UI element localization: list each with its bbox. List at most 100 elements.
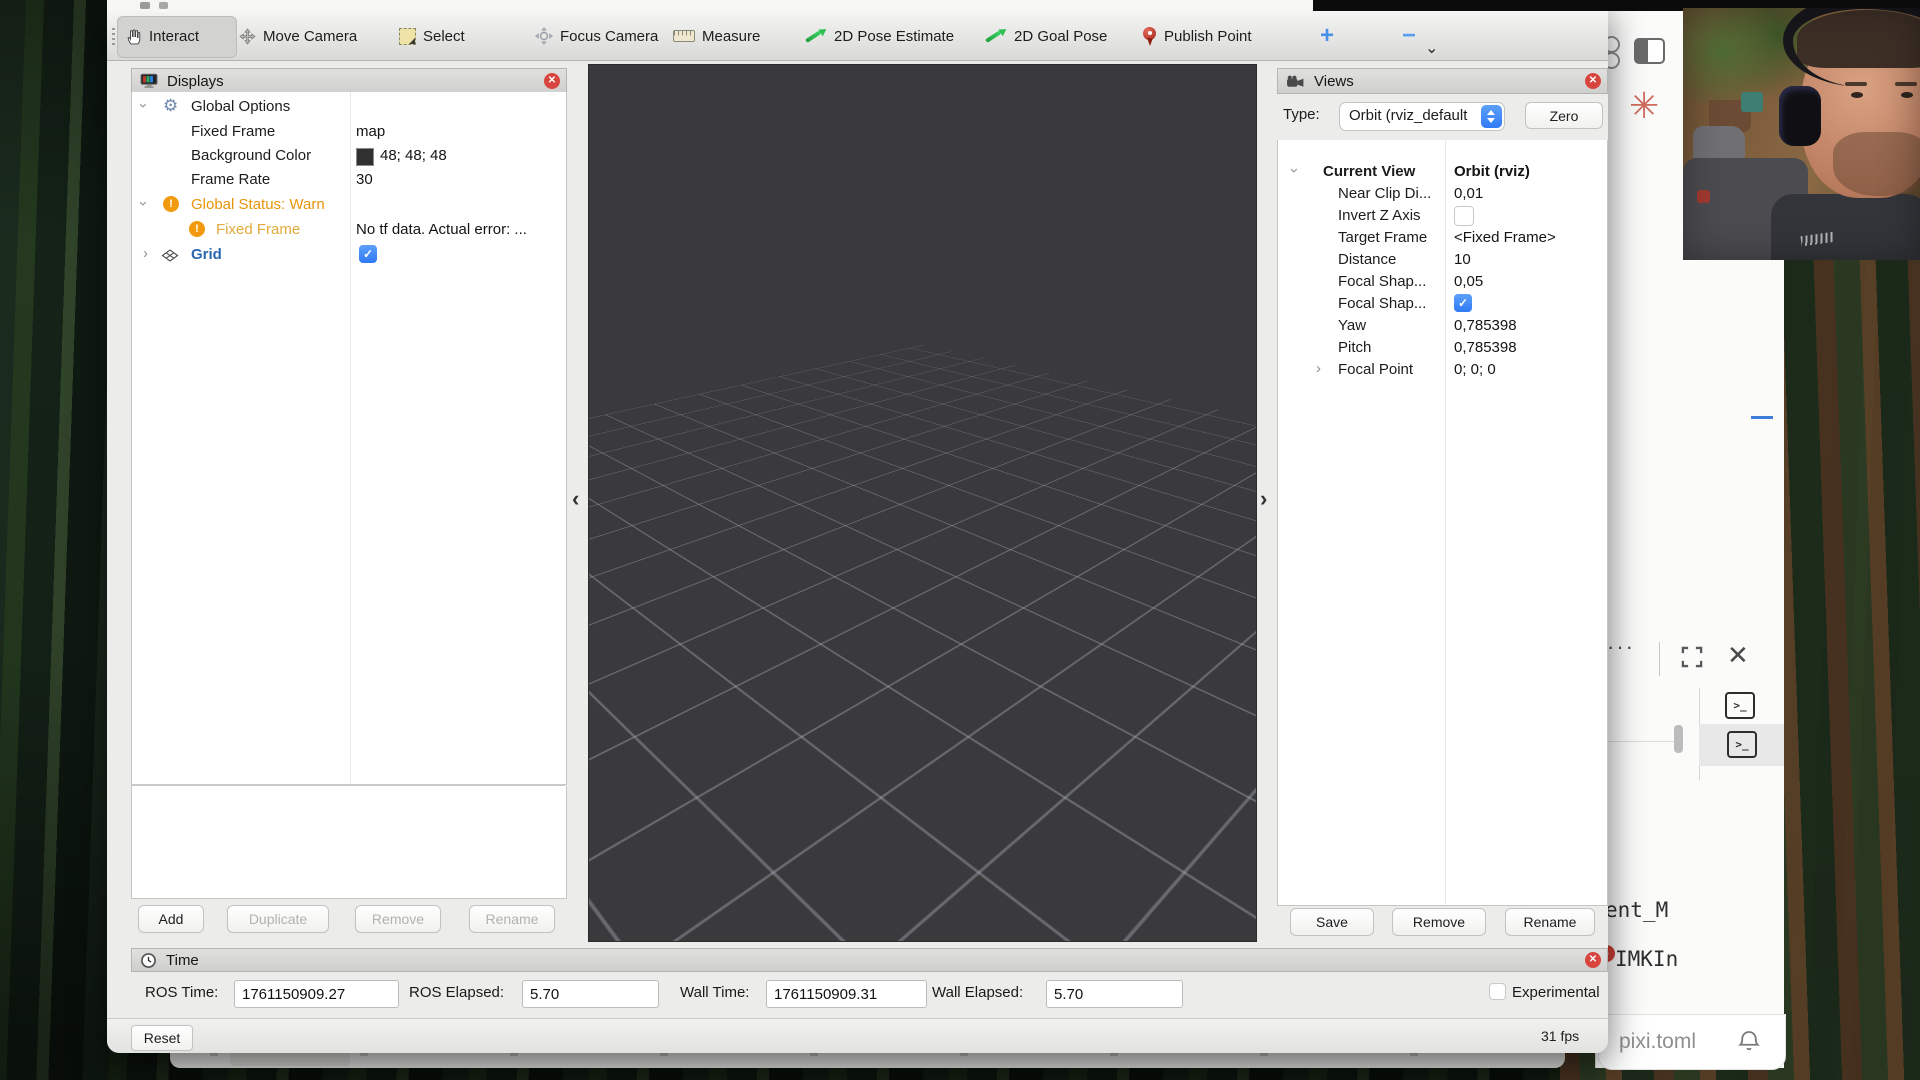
- rename-view-button[interactable]: Rename: [1505, 908, 1595, 936]
- invert-z-checkbox[interactable]: [1454, 206, 1474, 226]
- time-panel-header[interactable]: Time ✕: [131, 948, 1608, 972]
- tool-focus-camera[interactable]: Focus Camera: [535, 12, 658, 60]
- panel-title: Time: [166, 952, 199, 969]
- tree-value[interactable]: 0,785398: [1454, 339, 1517, 356]
- displays-panel-header[interactable]: Displays ✕: [131, 68, 567, 94]
- tree-row-yaw[interactable]: Yaw 0,785398: [1278, 314, 1607, 336]
- rename-display-button[interactable]: Rename: [469, 905, 555, 933]
- tree-row-pitch[interactable]: Pitch 0,785398: [1278, 336, 1607, 358]
- tree-row-target-frame[interactable]: Target Frame <Fixed Frame>: [1278, 226, 1607, 248]
- tool-label: Focus Camera: [560, 28, 658, 45]
- rviz-window: Interact Move Camera Select Focus Camera…: [107, 0, 1608, 1052]
- add-display-button[interactable]: Add: [138, 905, 204, 933]
- webcam-vignette: [1683, 8, 1920, 260]
- terminal-glyph: >_: [1735, 738, 1748, 751]
- close-panel-button[interactable]: ✕: [1585, 73, 1601, 89]
- chevron-down-icon[interactable]: ›: [1286, 168, 1303, 173]
- ros-elapsed-field[interactable]: 5.70: [522, 980, 659, 1008]
- chevron-down-icon[interactable]: ›: [135, 103, 152, 108]
- tree-label: Current View: [1323, 163, 1415, 180]
- save-view-button[interactable]: Save: [1290, 908, 1374, 936]
- render-viewport[interactable]: [588, 64, 1257, 942]
- duplicate-display-button[interactable]: Duplicate: [227, 905, 329, 933]
- dropdown-stepper-icon[interactable]: [1481, 105, 1502, 128]
- tree-row-global-status[interactable]: › ! Global Status: Warn: [132, 193, 566, 217]
- views-panel-header[interactable]: Views ✕: [1277, 68, 1608, 94]
- collapse-left-panel-handle[interactable]: ‹: [572, 486, 579, 512]
- add-tool-button[interactable]: +: [1320, 12, 1334, 60]
- ros-time-field[interactable]: 1761150909.27: [234, 980, 399, 1008]
- scrollbar-thumb[interactable]: [1674, 725, 1683, 753]
- collapse-right-panel-handle[interactable]: ›: [1260, 486, 1267, 512]
- close-panel-button[interactable]: ✕: [544, 73, 560, 89]
- terminal-icon[interactable]: >_: [1725, 692, 1755, 719]
- reset-button[interactable]: Reset: [131, 1025, 193, 1051]
- terminal-icon[interactable]: >_: [1727, 731, 1757, 758]
- remove-view-button[interactable]: Remove: [1392, 908, 1486, 936]
- tree-row-distance[interactable]: Distance 10: [1278, 248, 1607, 270]
- chevron-right-icon[interactable]: ›: [1316, 360, 1321, 377]
- monitor-icon: [140, 73, 158, 89]
- wall-time-field[interactable]: 1761150909.31: [766, 980, 927, 1008]
- tool-label: 2D Pose Estimate: [834, 28, 954, 45]
- tool-2d-pose-estimate[interactable]: 2D Pose Estimate: [807, 12, 954, 60]
- toolbar-overflow-chevron-icon[interactable]: ⌄: [1425, 38, 1438, 58]
- tool-2d-goal-pose[interactable]: 2D Goal Pose: [987, 12, 1107, 60]
- tree-row-grid[interactable]: › Grid ✓: [132, 243, 566, 267]
- tool-move-camera[interactable]: Move Camera: [239, 12, 357, 60]
- remove-tool-button[interactable]: −: [1402, 12, 1416, 60]
- close-panel-button[interactable]: ✕: [1585, 952, 1601, 968]
- remove-display-button[interactable]: Remove: [355, 905, 441, 933]
- tree-row-focal-shape-fixed[interactable]: Focal Shap... ✓: [1278, 292, 1607, 314]
- color-swatch[interactable]: [356, 148, 374, 166]
- tree-label: Focal Point: [1338, 361, 1413, 378]
- panel-title: Views: [1314, 73, 1354, 90]
- chevron-right-icon[interactable]: ›: [143, 245, 148, 262]
- tool-publish-point[interactable]: Publish Point: [1143, 12, 1252, 60]
- ruler-icon: [673, 30, 695, 42]
- tree-value[interactable]: 0,01: [1454, 185, 1483, 202]
- tree-row-background-color[interactable]: Background Color 48; 48; 48: [132, 144, 566, 168]
- tree-value[interactable]: 48; 48; 48: [380, 147, 447, 164]
- bell-icon[interactable]: [1737, 1029, 1761, 1053]
- tree-value[interactable]: 0; 0; 0: [1454, 361, 1496, 378]
- tree-row-near-clip[interactable]: Near Clip Di... 0,01: [1278, 182, 1607, 204]
- tree-value[interactable]: 10: [1454, 251, 1471, 268]
- tool-interact[interactable]: Interact: [125, 12, 199, 60]
- tree-row-frame-rate[interactable]: Frame Rate 30: [132, 168, 566, 192]
- tree-row-fixed-frame-warning[interactable]: ! Fixed Frame No tf data. Actual error: …: [132, 218, 566, 242]
- tree-row-focal-point[interactable]: › Focal Point 0; 0; 0: [1278, 358, 1607, 380]
- focal-shape-checkbox[interactable]: ✓: [1454, 294, 1472, 312]
- wall-elapsed-field[interactable]: 5.70: [1046, 980, 1183, 1008]
- tree-row-fixed-frame[interactable]: Fixed Frame map: [132, 120, 566, 144]
- tree-value[interactable]: map: [356, 123, 385, 140]
- view-type-dropdown[interactable]: Orbit (rviz_default: [1339, 102, 1505, 131]
- tool-measure[interactable]: Measure: [673, 12, 760, 60]
- close-icon[interactable]: ✕: [1727, 640, 1749, 671]
- expand-icon[interactable]: [1679, 644, 1705, 670]
- tree-value[interactable]: <Fixed Frame>: [1454, 229, 1556, 246]
- tree-row-focal-shape-size[interactable]: Focal Shap... 0,05: [1278, 270, 1607, 292]
- code-text: IMKIn: [1615, 947, 1678, 971]
- experimental-label: Experimental: [1512, 984, 1600, 1001]
- sidebar-layout-icon[interactable]: [1634, 38, 1665, 64]
- dropdown-value: Orbit (rviz_default: [1349, 107, 1467, 124]
- tree-value[interactable]: 0,05: [1454, 273, 1483, 290]
- zero-button[interactable]: Zero: [1525, 102, 1603, 129]
- more-options-icon[interactable]: ···: [1607, 634, 1635, 660]
- toolbar-drag-handle[interactable]: [112, 28, 115, 46]
- displays-panel: Displays ✕ › ⚙ Global Options Fixed Fram…: [131, 68, 567, 940]
- description-pane: [131, 786, 567, 899]
- tree-row-current-view[interactable]: › Current View Orbit (rviz): [1278, 160, 1607, 182]
- chevron-down-icon[interactable]: ›: [135, 201, 152, 206]
- tree-row-invert-z[interactable]: Invert Z Axis: [1278, 204, 1607, 226]
- tree-row-global-options[interactable]: › ⚙ Global Options: [132, 95, 566, 119]
- grid-enabled-checkbox[interactable]: ✓: [359, 245, 377, 263]
- tree-label: Distance: [1338, 251, 1396, 268]
- tree-value[interactable]: 30: [356, 171, 373, 188]
- tree-value[interactable]: 0,785398: [1454, 317, 1517, 334]
- status-bar: Reset 31 fps: [107, 1018, 1608, 1053]
- experimental-checkbox[interactable]: [1489, 983, 1506, 1000]
- tool-select[interactable]: Select: [399, 12, 465, 60]
- fps-counter: 31 fps: [1541, 1028, 1579, 1044]
